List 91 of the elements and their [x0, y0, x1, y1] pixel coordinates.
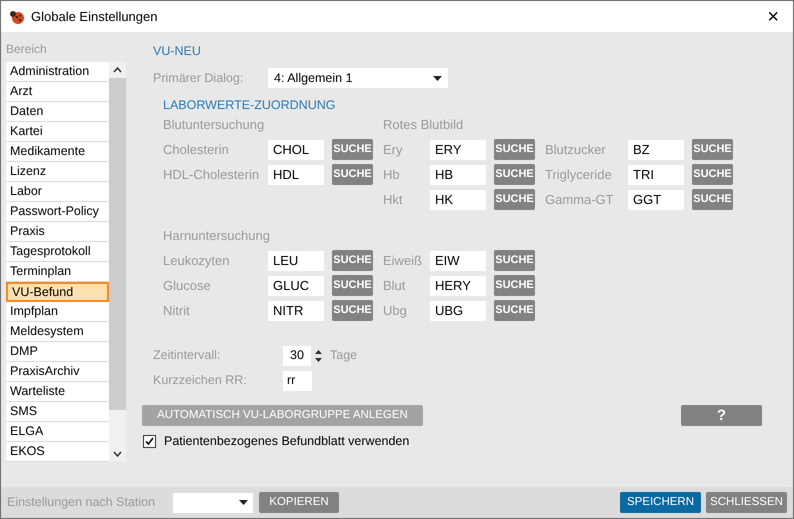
sidebar-item[interactable]: Kartei: [6, 122, 109, 142]
code-field[interactable]: BZ: [628, 140, 684, 160]
save-button[interactable]: SPEICHERN: [620, 492, 701, 513]
search-button[interactable]: SUCHE: [692, 139, 733, 160]
sidebar-item[interactable]: EKOS: [6, 442, 109, 462]
dropdown-arrow-icon: [239, 500, 248, 505]
sidebar-item[interactable]: ELGA: [6, 422, 109, 442]
code-field[interactable]: UBG: [430, 300, 486, 320]
field-label: Blut: [383, 276, 406, 295]
ladybug-icon: [9, 8, 25, 24]
code-field[interactable]: HERY: [430, 276, 486, 296]
window-title: Globale Einstellungen: [31, 8, 158, 26]
sidebar-item[interactable]: Terminplan: [6, 262, 109, 282]
short-code-label: Kurzzeichen RR:: [153, 372, 248, 390]
code-field[interactable]: HB: [430, 164, 486, 184]
search-button[interactable]: SUCHE: [332, 275, 373, 296]
search-button[interactable]: SUCHE: [494, 250, 535, 271]
interval-field[interactable]: 30: [283, 346, 311, 366]
sidebar-item[interactable]: Passwort-Policy: [6, 202, 109, 222]
sidebar-item[interactable]: Lizenz: [6, 162, 109, 182]
copy-button[interactable]: KOPIEREN: [259, 492, 339, 513]
search-button[interactable]: SUCHE: [332, 300, 373, 321]
sidebar-item[interactable]: Labor: [6, 182, 109, 202]
sidebar-item[interactable]: VU-Befund: [6, 282, 109, 302]
code-field[interactable]: HDL: [268, 164, 324, 184]
sidebar-item[interactable]: Impfplan: [6, 302, 109, 322]
sidebar-item[interactable]: Meldesystem: [6, 322, 109, 342]
code-field[interactable]: LEU: [268, 250, 324, 270]
code-field[interactable]: CHOL: [268, 140, 324, 160]
sidebar-item[interactable]: Warteliste: [6, 382, 109, 402]
sidebar-item[interactable]: Daten: [6, 102, 109, 122]
field-label: Eiweiß: [383, 252, 424, 270]
code-field[interactable]: HK: [430, 190, 486, 210]
code-field[interactable]: ERY: [430, 140, 486, 160]
help-button[interactable]: ?: [681, 405, 762, 426]
field-label: Gamma-GT: [545, 190, 615, 209]
page-title: VU-NEU: [153, 43, 202, 60]
search-button[interactable]: SUCHE: [692, 189, 733, 210]
section-heading: Bereich: [6, 41, 48, 58]
search-button[interactable]: SUCHE: [692, 164, 733, 185]
search-button[interactable]: SUCHE: [494, 189, 535, 210]
group-heading: Blutuntersuchung: [163, 116, 264, 134]
field-label: HDL-Cholesterin: [163, 166, 260, 184]
search-button[interactable]: SUCHE: [332, 250, 373, 271]
checkbox-label: Patientenbezogenes Befundblatt verwenden: [164, 433, 410, 450]
station-label: Einstellungen nach Station: [7, 494, 156, 512]
spinner-icon[interactable]: [315, 348, 322, 362]
short-code-field[interactable]: rr: [283, 370, 312, 390]
interval-label: Zeitintervall:: [153, 347, 222, 364]
sidebar-item[interactable]: SMS: [6, 402, 109, 422]
field-label: Nitrit: [163, 302, 191, 320]
checkbox[interactable]: [143, 434, 156, 448]
group-heading: Harnuntersuchung: [163, 226, 270, 245]
search-button[interactable]: SUCHE: [494, 300, 535, 321]
dialog-dropdown[interactable]: 4: Allgemein 1: [268, 68, 448, 88]
code-field[interactable]: GLUC: [268, 276, 324, 296]
code-field[interactable]: EIW: [430, 250, 486, 270]
scroll-thumb[interactable]: [109, 78, 126, 410]
scrollbar[interactable]: [109, 62, 126, 462]
sidebar-item[interactable]: PraxisArchiv: [6, 362, 109, 382]
field-label: Ubg: [383, 302, 408, 320]
section-heading: LABORWERTE-ZUORDNUNG: [163, 97, 336, 112]
unit-label: Tage: [330, 347, 358, 364]
field-label: Ery: [383, 140, 404, 159]
field-label: Blutzucker: [545, 140, 607, 159]
sidebar-item[interactable]: Tagesprotokoll: [6, 242, 109, 262]
search-button[interactable]: SUCHE: [494, 275, 535, 296]
dialog-label: Primärer Dialog:: [153, 70, 244, 87]
code-field[interactable]: GGT: [628, 190, 684, 210]
dropdown-arrow-icon: [433, 76, 442, 80]
search-button[interactable]: SUCHE: [332, 164, 373, 185]
check-icon: [145, 436, 154, 446]
search-button[interactable]: SUCHE: [494, 139, 535, 160]
search-button[interactable]: SUCHE: [494, 164, 535, 185]
field-label: Hb: [383, 166, 401, 184]
close-dialog-button[interactable]: SCHLIESSEN: [706, 492, 787, 513]
sidebar-item[interactable]: DMP: [6, 342, 109, 362]
field-label: Glucose: [163, 276, 212, 295]
field-label: Hkt: [383, 190, 404, 209]
close-button[interactable]: ×: [761, 6, 785, 26]
sidebar-item[interactable]: Administration: [6, 62, 109, 82]
field-label: Triglyceride: [545, 166, 613, 184]
sidebar-item[interactable]: Praxis: [6, 222, 109, 242]
field-label: Cholesterin: [163, 140, 230, 159]
code-field[interactable]: NITR: [268, 300, 324, 320]
sidebar-item[interactable]: Medikamente: [6, 142, 109, 162]
sidebar-item[interactable]: Arzt: [6, 82, 109, 102]
search-button[interactable]: SUCHE: [332, 139, 373, 160]
code-field[interactable]: TRI: [628, 164, 684, 184]
field-label: Leukozyten: [163, 252, 230, 270]
group-heading: Rotes Blutbild: [383, 116, 464, 134]
